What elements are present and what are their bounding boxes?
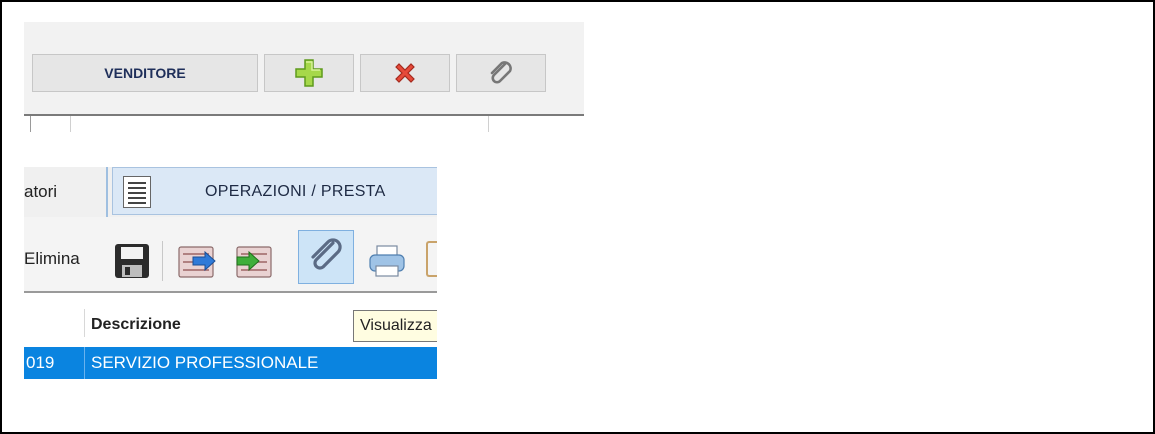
save-icon xyxy=(115,244,149,278)
seller-panel: VENDITORE xyxy=(24,22,584,132)
delete-label[interactable]: Elimina xyxy=(24,217,80,291)
import-icon xyxy=(236,246,272,278)
export-icon xyxy=(178,246,216,278)
print-button[interactable] xyxy=(364,235,410,287)
tab-operations-label: OPERAZIONI / PRESTA xyxy=(205,183,386,200)
screenshot-frame: VENDITORE atori OPERAZIONI / PRESTA Elim… xyxy=(0,0,1155,434)
attach-button[interactable] xyxy=(456,54,546,92)
tooltip: Visualizza xyxy=(353,310,437,342)
seller-button[interactable]: VENDITORE xyxy=(32,54,258,92)
export-button[interactable] xyxy=(174,235,220,287)
save-button[interactable] xyxy=(110,235,154,287)
list-icon xyxy=(123,176,151,208)
tab-bar: atori OPERAZIONI / PRESTA xyxy=(24,167,437,217)
row-number: 019 xyxy=(26,353,55,372)
toolbar: Elimina xyxy=(24,217,437,293)
x-icon xyxy=(395,63,415,83)
operations-panel: atori OPERAZIONI / PRESTA Elimina Descri… xyxy=(24,167,437,379)
attach-toolbar-button[interactable] xyxy=(298,230,354,284)
tab-previous-label: atori xyxy=(24,182,58,201)
column-header-description[interactable]: Descrizione xyxy=(91,303,181,339)
seller-button-label: VENDITORE xyxy=(104,65,186,81)
tab-operations[interactable]: OPERAZIONI / PRESTA xyxy=(112,167,437,215)
plus-icon xyxy=(295,59,323,87)
paperclip-icon xyxy=(490,61,512,84)
add-button[interactable] xyxy=(264,54,354,92)
table-row[interactable]: 019 SERVIZIO PROFESSIONALE xyxy=(24,347,437,379)
more-tool-icon[interactable] xyxy=(426,241,437,277)
import-button[interactable] xyxy=(232,235,278,287)
tooltip-text: Visualizza xyxy=(360,317,432,334)
table-top-edge xyxy=(24,114,584,132)
tab-previous[interactable]: atori xyxy=(24,167,57,217)
row-description: SERVIZIO PROFESSIONALE xyxy=(91,353,319,372)
delete-button[interactable] xyxy=(360,54,450,92)
paperclip-icon xyxy=(311,238,342,270)
print-icon xyxy=(369,245,405,277)
